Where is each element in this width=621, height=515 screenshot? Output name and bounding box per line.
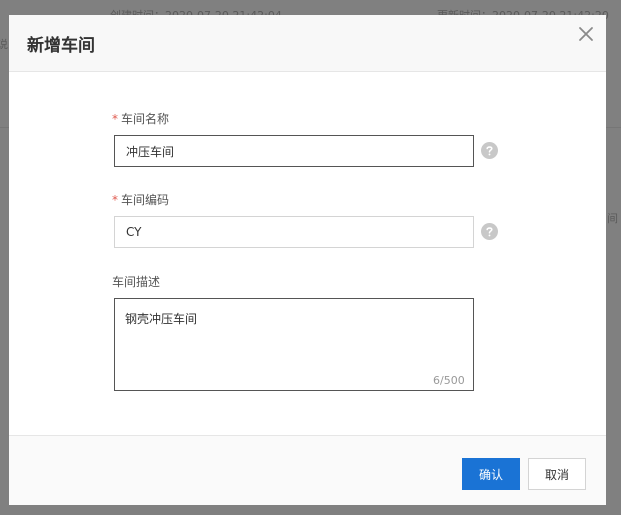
background-right-text: 间: [607, 212, 618, 225]
workshop-code-help[interactable]: [481, 223, 498, 240]
dialog-header: 新增车间: [9, 15, 606, 72]
workshop-description-label: 车间描述: [112, 275, 161, 289]
workshop-name-help[interactable]: [481, 142, 498, 159]
workshop-code-label: * 车间编码: [112, 191, 169, 208]
dialog-footer: 确认 取消: [9, 436, 606, 505]
workshop-description-textarea[interactable]: 钢壳冲压车间: [114, 298, 474, 391]
background-divider: [0, 127, 9, 128]
question-circle-icon: [481, 142, 498, 159]
workshop-code-label-text: 车间编码: [121, 193, 170, 207]
character-counter: 6/500: [433, 374, 465, 387]
workshop-code-input[interactable]: [114, 216, 474, 248]
confirm-button[interactable]: 确认: [462, 458, 520, 490]
background-divider: [606, 127, 621, 128]
close-icon: [579, 27, 593, 41]
workshop-name-label-text: 车间名称: [121, 112, 170, 126]
required-mark: *: [112, 193, 118, 207]
cancel-button[interactable]: 取消: [528, 458, 586, 490]
required-mark: *: [112, 112, 118, 126]
close-button[interactable]: [576, 24, 596, 44]
question-circle-icon: [481, 223, 498, 240]
workshop-name-label: * 车间名称: [112, 110, 169, 127]
workshop-name-input[interactable]: [114, 135, 474, 167]
background-left-text: 说: [0, 38, 8, 51]
add-workshop-dialog: 新增车间 *车间名称 *车间编码 车间描述 钢壳冲压车间 6/500: [9, 15, 606, 505]
dialog-title: 新增车间: [27, 36, 95, 56]
